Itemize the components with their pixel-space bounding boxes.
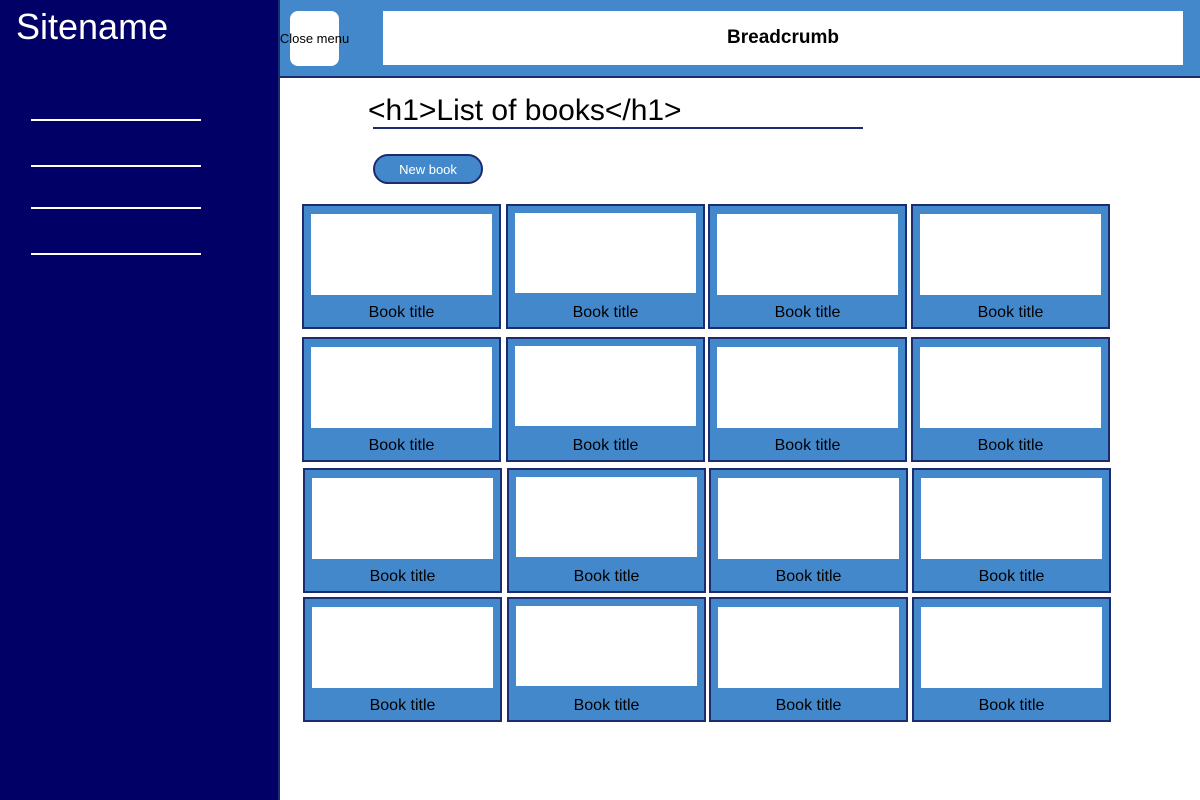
sidebar-nav-item[interactable]: [31, 165, 201, 167]
book-title: Book title: [775, 697, 842, 714]
book-card[interactable]: Book title: [302, 337, 501, 462]
book-card[interactable]: Book title: [912, 468, 1111, 593]
book-card[interactable]: Book title: [709, 468, 908, 593]
book-cover-image: [515, 213, 696, 293]
title-divider: [373, 127, 863, 129]
site-name[interactable]: Sitename: [16, 7, 168, 47]
book-title: Book title: [978, 697, 1045, 714]
page-title: <h1>List of books</h1>: [368, 94, 682, 127]
new-book-button[interactable]: New book: [373, 154, 483, 184]
sidebar-nav-item[interactable]: [31, 119, 201, 121]
book-cover-image: [717, 214, 898, 295]
book-card[interactable]: Book title: [708, 204, 907, 329]
book-title: Book title: [775, 568, 842, 585]
book-title: Book title: [369, 697, 436, 714]
sidebar-nav-item[interactable]: [31, 253, 201, 255]
top-bar: Close menu Breadcrumb: [280, 0, 1200, 78]
sidebar: Sitename: [0, 0, 280, 800]
book-title: Book title: [572, 437, 639, 454]
book-card[interactable]: Book title: [302, 204, 501, 329]
book-cover-image: [312, 478, 493, 559]
book-cover-image: [515, 346, 696, 426]
book-card[interactable]: Book title: [911, 204, 1110, 329]
book-cover-image: [920, 214, 1101, 295]
sidebar-nav-item[interactable]: [31, 207, 201, 209]
book-title: Book title: [977, 304, 1044, 321]
book-title: Book title: [368, 437, 435, 454]
book-card[interactable]: Book title: [911, 337, 1110, 462]
book-cover-image: [718, 478, 899, 559]
book-title: Book title: [573, 697, 640, 714]
book-card[interactable]: Book title: [708, 337, 907, 462]
book-title: Book title: [369, 568, 436, 585]
book-cover-image: [717, 347, 898, 428]
book-card[interactable]: Book title: [709, 597, 908, 722]
book-cover-image: [921, 478, 1102, 559]
book-cover-image: [311, 214, 492, 295]
close-menu-button[interactable]: Close menu: [280, 11, 349, 66]
book-title: Book title: [774, 437, 841, 454]
book-title: Book title: [572, 304, 639, 321]
book-title: Book title: [573, 568, 640, 585]
book-card[interactable]: Book title: [506, 337, 705, 462]
book-card[interactable]: Book title: [912, 597, 1111, 722]
book-cover-image: [921, 607, 1102, 688]
book-cover-image: [516, 477, 697, 557]
book-cover-image: [311, 347, 492, 428]
book-cover-image: [516, 606, 697, 686]
book-card[interactable]: Book title: [507, 597, 706, 722]
book-card[interactable]: Book title: [506, 204, 705, 329]
book-card[interactable]: Book title: [303, 597, 502, 722]
book-cover-image: [718, 607, 899, 688]
breadcrumb: Breadcrumb: [383, 11, 1183, 65]
book-cover-image: [312, 607, 493, 688]
book-title: Book title: [368, 304, 435, 321]
book-title: Book title: [977, 437, 1044, 454]
book-title: Book title: [774, 304, 841, 321]
book-title: Book title: [978, 568, 1045, 585]
book-card[interactable]: Book title: [507, 468, 706, 593]
book-card[interactable]: Book title: [303, 468, 502, 593]
book-cover-image: [920, 347, 1101, 428]
